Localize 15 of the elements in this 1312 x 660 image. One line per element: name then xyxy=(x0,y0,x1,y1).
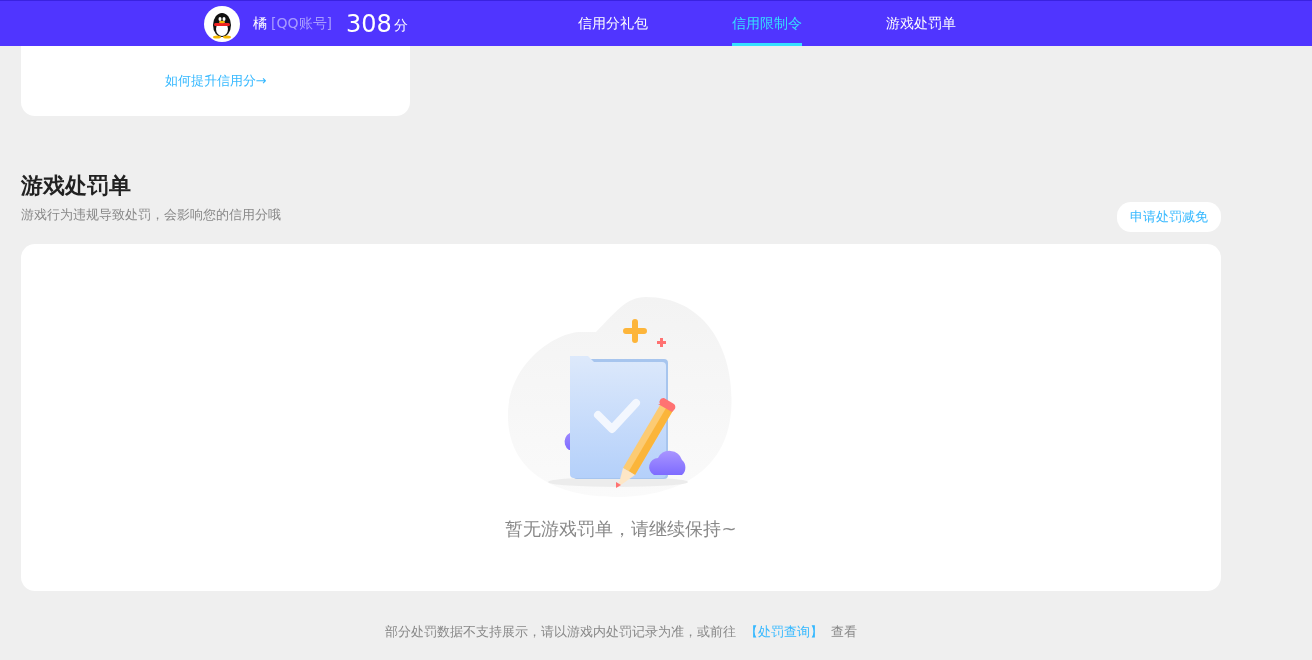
user-name: 橘 xyxy=(253,14,267,33)
score-unit: 分 xyxy=(393,16,408,35)
nav-tab[interactable]: 游戏处罚单 xyxy=(886,1,956,46)
improve-score-link[interactable]: 如何提升信用分→ xyxy=(164,72,267,89)
penguin-avatar-icon xyxy=(204,5,240,42)
nav-tab[interactable]: 信用分礼包 xyxy=(578,1,648,46)
account-type: [QQ账号] xyxy=(271,14,332,33)
footer-note-end: 查看 xyxy=(830,624,857,639)
credit-score: 308 xyxy=(345,9,392,38)
footer-note: 部分处罚数据不支持展示，请以游戏内处罚记录为准，或前往 xyxy=(385,624,737,639)
empty-message: 暂无游戏罚单，请继续保持~ xyxy=(505,517,737,541)
section-subtitle: 游戏行为违规导致处罚，会影响您的信用分哦 xyxy=(21,206,281,224)
section-title: 游戏处罚单 xyxy=(21,172,132,200)
nav-tab[interactable]: 信用限制令 xyxy=(732,1,802,46)
appeal-button[interactable]: 申请处罚减免 xyxy=(1117,202,1221,232)
